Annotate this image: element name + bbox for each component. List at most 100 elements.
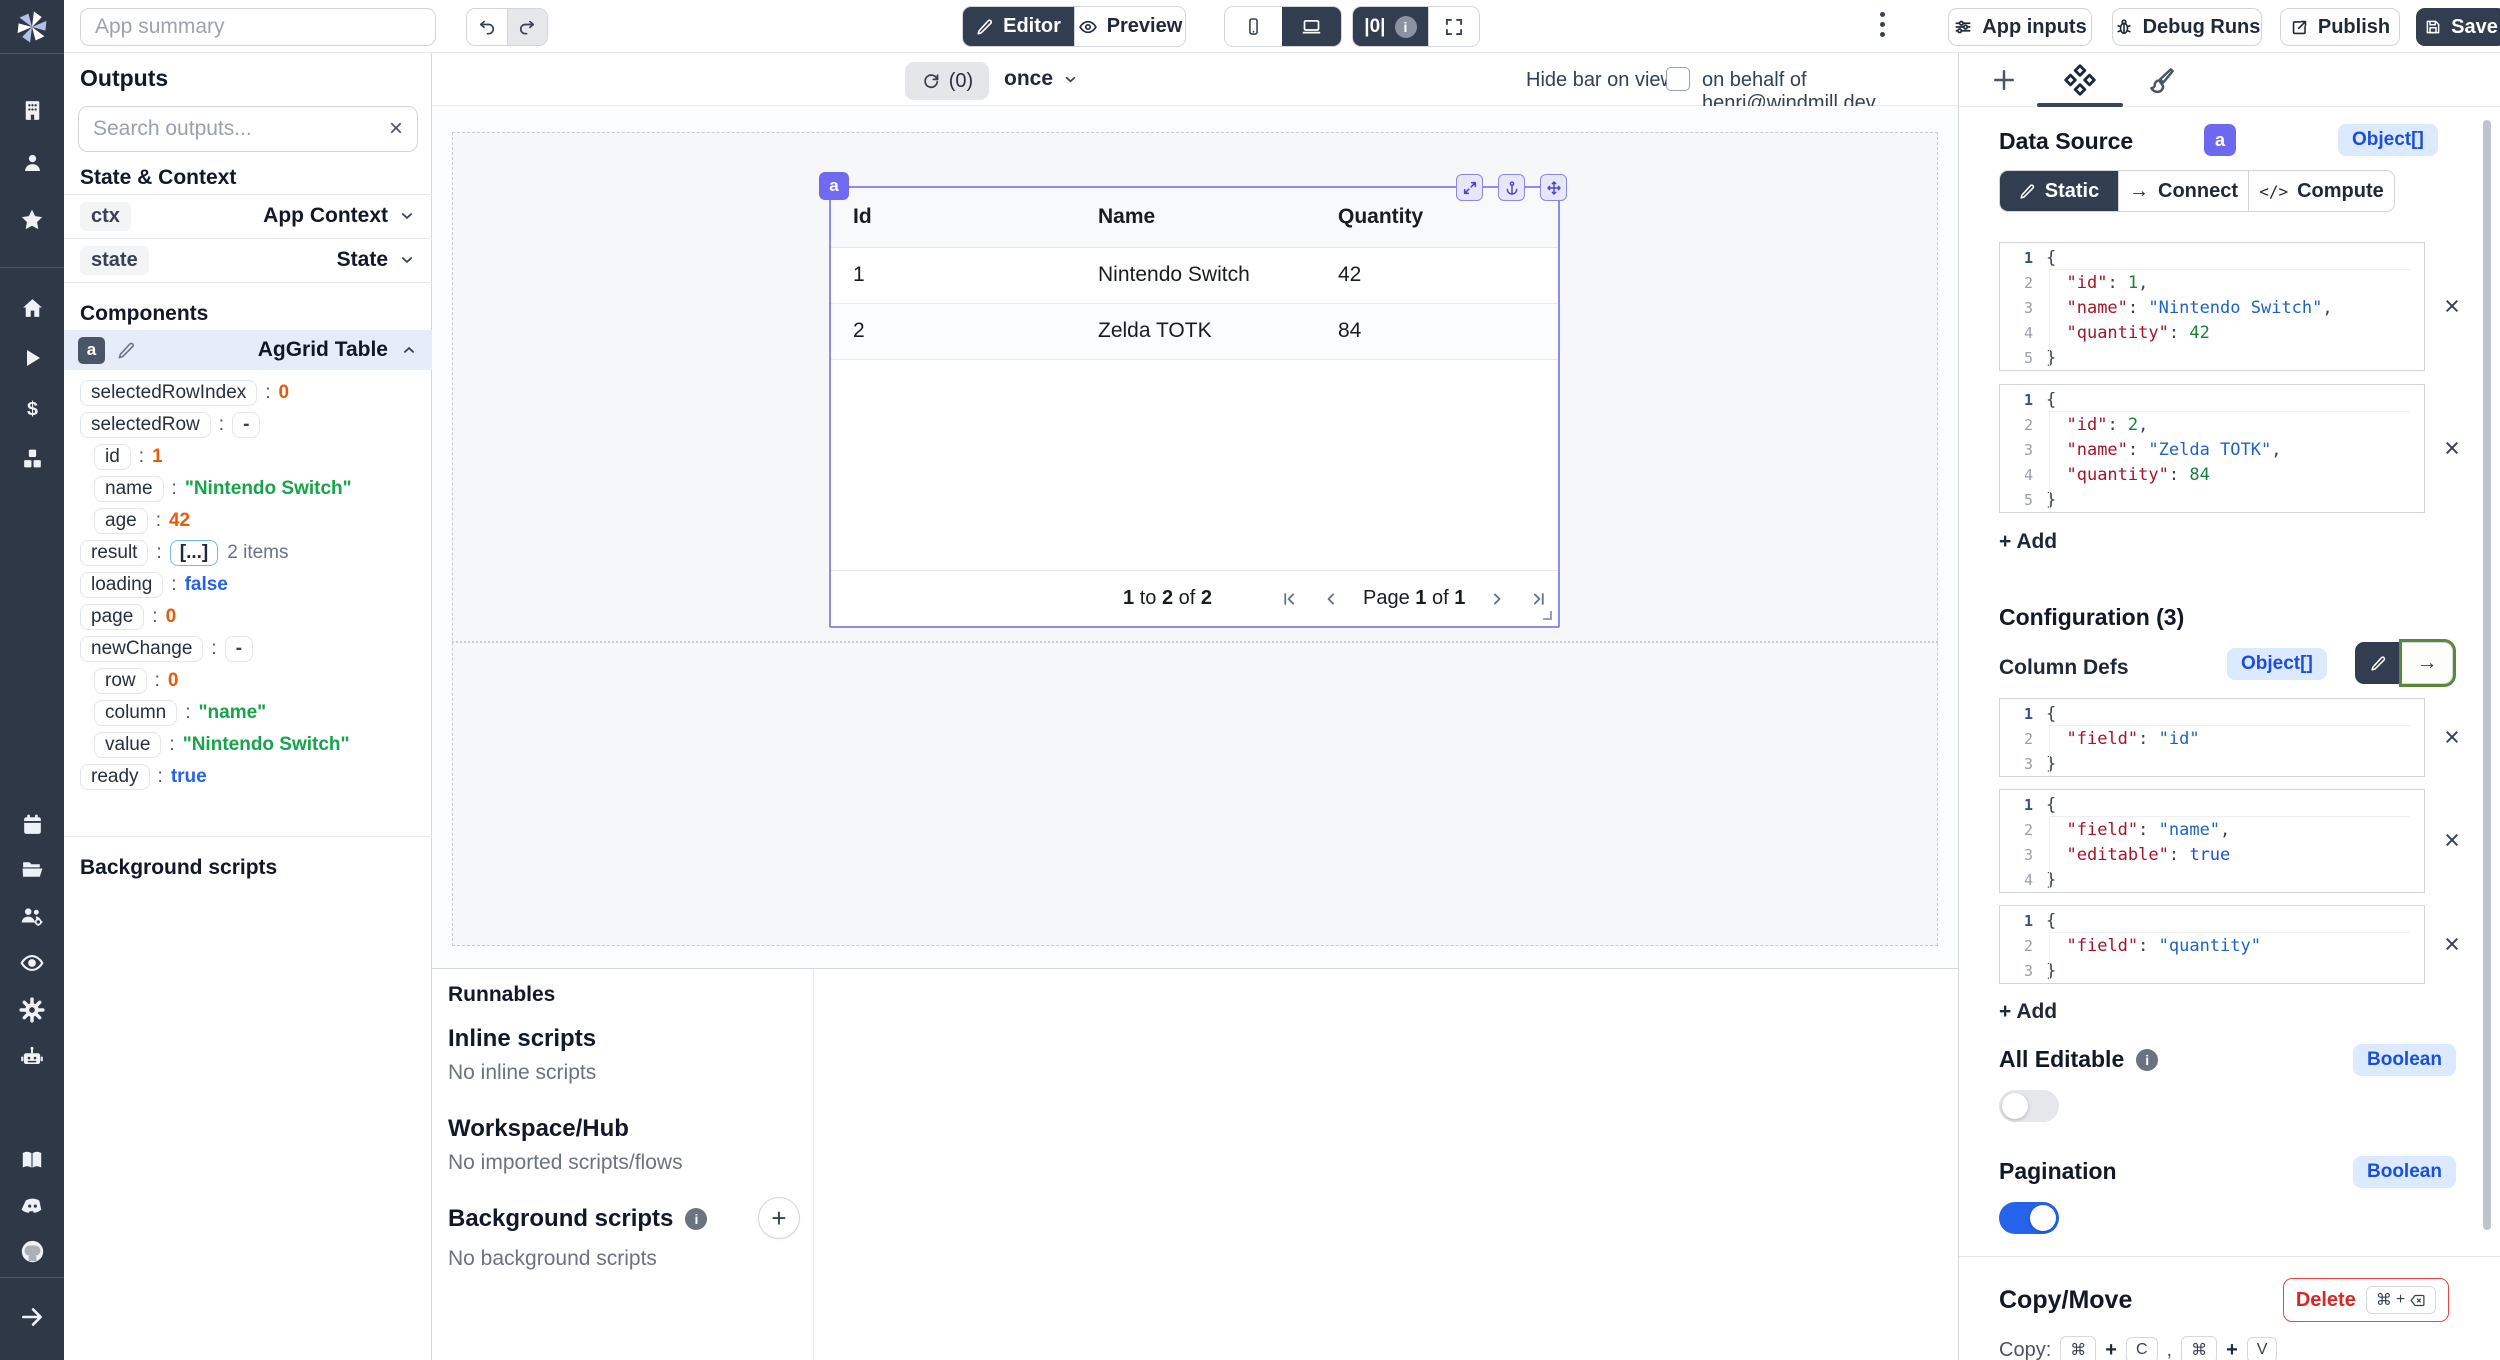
tab-insert-component[interactable] <box>1989 65 2019 95</box>
connect-mode-button[interactable]: → <box>2402 642 2453 684</box>
tab-editor[interactable]: Editor <box>963 7 1074 46</box>
column-def-json-editor[interactable]: 1{2 "field": "id"3} <box>1999 698 2425 777</box>
rail-item-groups[interactable] <box>0 894 64 938</box>
component-anchor-button[interactable] <box>1498 174 1525 201</box>
redo-button[interactable] <box>507 9 547 45</box>
desktop-view-button[interactable] <box>1282 7 1341 46</box>
state-row[interactable]: state State <box>64 238 432 282</box>
rail-item-folders[interactable] <box>0 847 64 891</box>
rail-item-home[interactable] <box>0 286 64 330</box>
refresh-components-button[interactable]: (0) <box>905 62 989 100</box>
refresh-mode-dropdown[interactable]: once <box>1004 67 1079 91</box>
panel-scrollbar[interactable] <box>2483 120 2491 1230</box>
remove-column-def-button[interactable]: × <box>2438 826 2466 854</box>
component-expand-button[interactable] <box>1456 174 1483 201</box>
publish-button[interactable]: Publish <box>2280 8 2400 46</box>
tree-row[interactable]: age:42 <box>94 506 190 535</box>
rail-item-favorites[interactable] <box>0 198 64 242</box>
save-button[interactable]: Save <box>2416 8 2500 46</box>
add-data-row-button[interactable]: + Add <box>1999 530 2057 554</box>
tab-theme-styling[interactable] <box>2147 65 2177 95</box>
undo-button[interactable] <box>467 9 507 45</box>
column-def-json-editor[interactable]: 1{2 "field": "name",3 "editable": true4} <box>1999 789 2425 893</box>
rail-item-workspace[interactable] <box>0 88 64 132</box>
clear-search-icon[interactable]: × <box>389 115 403 143</box>
rail-item-runs[interactable] <box>0 336 64 380</box>
rail-item-user[interactable] <box>0 140 64 184</box>
rail-item-ai[interactable] <box>0 1035 64 1079</box>
json-payload-button[interactable]: |0| i <box>1353 7 1428 46</box>
component-header-row[interactable]: a AgGrid Table <box>64 330 432 370</box>
fullscreen-button[interactable] <box>1428 7 1479 46</box>
mobile-view-button[interactable] <box>1225 7 1282 46</box>
pagination-toggle[interactable] <box>1999 1202 2059 1234</box>
type-badge-object-array[interactable]: Object[] <box>2227 648 2327 680</box>
type-badge-object-array[interactable]: Object[] <box>2338 124 2438 156</box>
tree-row[interactable]: result:[...]2 items <box>80 538 289 567</box>
next-page-icon[interactable] <box>1487 589 1507 609</box>
rail-item-schedules[interactable] <box>0 802 64 846</box>
windmill-logo[interactable] <box>0 5 64 49</box>
app-summary-input[interactable] <box>80 8 436 46</box>
rail-item-github[interactable] <box>0 1229 64 1273</box>
tree-row[interactable]: name:"Nintendo Switch" <box>94 474 352 503</box>
tree-row[interactable]: row:0 <box>94 666 178 695</box>
remove-row-button[interactable]: × <box>2438 292 2466 320</box>
add-background-script-button[interactable]: + <box>758 1197 800 1239</box>
tree-row[interactable]: column:"name" <box>94 698 266 727</box>
remove-row-button[interactable]: × <box>2438 434 2466 462</box>
tab-static[interactable]: Static <box>2000 171 2118 211</box>
tab-component-settings[interactable] <box>2063 63 2097 97</box>
delete-component-button[interactable]: Delete ⌘+ <box>2283 1278 2449 1322</box>
resize-handle[interactable] <box>1543 611 1552 620</box>
tree-row[interactable]: loading:false <box>80 570 228 599</box>
table-row[interactable]: 1 Nintendo Switch 42 <box>831 248 1558 304</box>
tree-row[interactable]: selectedRowIndex:0 <box>80 378 289 407</box>
chevron-down-icon <box>398 251 416 269</box>
rail-item-usage[interactable]: $ <box>0 386 64 430</box>
data-source-json-editor[interactable]: 1{2 "id": 1,3 "name": "Nintendo Switch",… <box>1999 242 2425 371</box>
type-badge-boolean[interactable]: Boolean <box>2353 1156 2456 1188</box>
rail-item-audit-logs[interactable] <box>0 941 64 985</box>
data-source-json-editor[interactable]: 1{2 "id": 2,3 "name": "Zelda TOTK",4 "qu… <box>1999 384 2425 513</box>
tree-row[interactable]: ready:true <box>80 762 207 791</box>
column-header[interactable]: Name <box>1098 205 1155 229</box>
column-header[interactable]: Id <box>853 205 872 229</box>
remove-column-def-button[interactable]: × <box>2438 930 2466 958</box>
all-editable-toggle[interactable] <box>1999 1090 2059 1122</box>
tree-row[interactable]: selectedRow:- <box>80 410 260 439</box>
remove-column-def-button[interactable]: × <box>2438 723 2466 751</box>
kebab-menu[interactable] <box>1880 12 1885 37</box>
column-header[interactable]: Quantity <box>1338 205 1423 229</box>
first-page-icon[interactable] <box>1279 589 1299 609</box>
rail-expand-sidebar[interactable] <box>0 1295 64 1339</box>
column-def-json-editor[interactable]: 1{2 "field": "quantity"3} <box>1999 905 2425 984</box>
hide-bar-checkbox[interactable] <box>1666 67 1690 91</box>
last-page-icon[interactable] <box>1529 589 1549 609</box>
tab-connect[interactable]: → Connect <box>2118 171 2248 211</box>
tree-value[interactable]: [...] <box>170 540 219 566</box>
prev-page-icon[interactable] <box>1321 589 1341 609</box>
app-inputs-button[interactable]: App inputs <box>1948 8 2092 46</box>
tree-row[interactable]: id:1 <box>94 442 163 471</box>
rail-item-settings[interactable] <box>0 988 64 1032</box>
component-move-button[interactable] <box>1540 174 1567 201</box>
tree-row[interactable]: newChange:- <box>80 634 253 663</box>
tree-row[interactable]: value:"Nintendo Switch" <box>94 730 350 759</box>
tab-preview[interactable]: Preview <box>1074 7 1185 46</box>
edit-mode-button[interactable] <box>2355 642 2402 684</box>
type-badge-boolean[interactable]: Boolean <box>2353 1044 2456 1076</box>
rail-item-resources[interactable] <box>0 436 64 480</box>
add-column-def-button[interactable]: + Add <box>1999 1000 2057 1024</box>
component-id-tag[interactable]: a <box>819 172 849 200</box>
ctx-row[interactable]: ctx App Context <box>64 194 432 238</box>
tree-row[interactable]: page:0 <box>80 602 176 631</box>
search-outputs-input[interactable] <box>93 117 389 141</box>
table-row[interactable]: 2 Zelda TOTK 84 <box>831 304 1558 360</box>
tab-compute[interactable]: </> Compute <box>2248 171 2394 211</box>
aggrid-table-component[interactable]: a Id Name Quantity 1 Nintendo Switch 42 <box>829 186 1560 628</box>
rail-item-discord[interactable] <box>0 1183 64 1227</box>
rail-item-docs[interactable] <box>0 1138 64 1182</box>
debug-runs-button[interactable]: Debug Runs <box>2112 8 2262 46</box>
app-canvas[interactable]: a Id Name Quantity 1 Nintendo Switch 42 <box>432 106 1958 968</box>
